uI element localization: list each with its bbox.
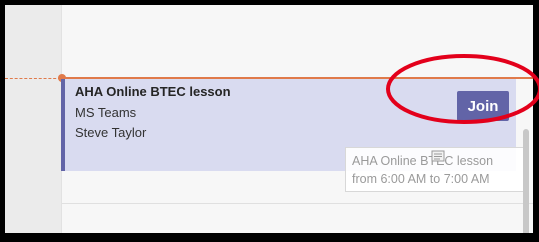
time-gutter [5, 5, 62, 233]
vertical-scrollbar[interactable] [523, 129, 529, 233]
event-location: MS Teams [75, 105, 137, 120]
event-organizer: Steve Taylor [75, 125, 147, 140]
screenshot-frame: AHA Online BTEC lesson MS Teams Steve Ta… [0, 0, 539, 242]
current-time-indicator-gutter [5, 78, 61, 79]
tooltip-time: from 6:00 AM to 7:00 AM [352, 172, 490, 186]
hour-gridline [62, 203, 533, 204]
teams-calendar-view: AHA Online BTEC lesson MS Teams Steve Ta… [5, 5, 533, 233]
event-title: AHA Online BTEC lesson [75, 84, 231, 99]
join-button[interactable]: Join [457, 91, 509, 121]
calendar-event-icon [431, 150, 445, 162]
